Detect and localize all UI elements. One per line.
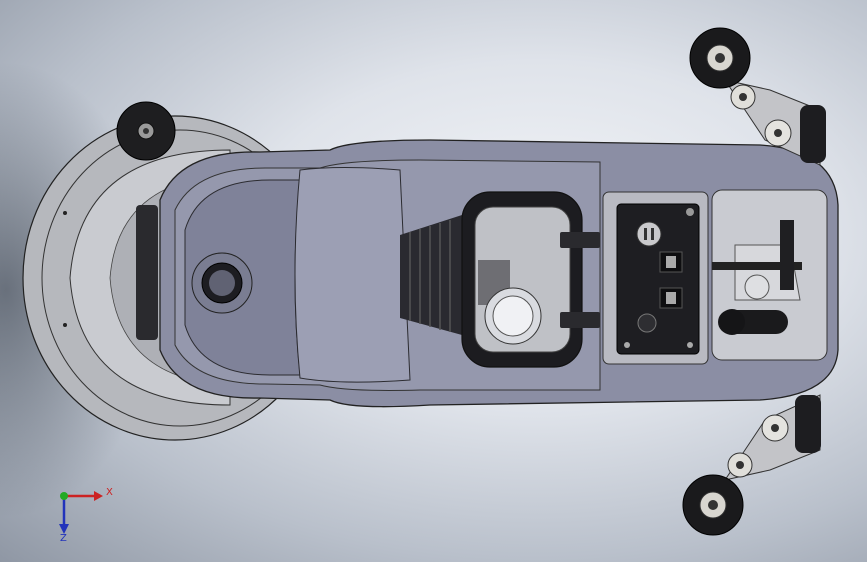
squeegee-strip [136, 205, 158, 340]
x-axis-label: X [106, 487, 113, 498]
key-switch-icon [636, 221, 662, 247]
ribbed-bellows [400, 215, 462, 335]
dial-knob-icon [637, 313, 657, 333]
tank-window[interactable] [461, 191, 600, 368]
handle-grip[interactable] [718, 309, 788, 335]
scrubber-model[interactable] [0, 0, 867, 562]
caster-wheel-bottom [682, 394, 821, 536]
control-panel[interactable] [602, 191, 709, 365]
inlet-port-icon [191, 252, 253, 314]
cad-viewport[interactable]: X Z [0, 0, 867, 562]
deck-roller-wheel [116, 101, 176, 161]
z-axis-label: Z [60, 533, 67, 544]
rear-compartment [711, 189, 828, 361]
coordinate-triad: X Z [48, 480, 118, 550]
